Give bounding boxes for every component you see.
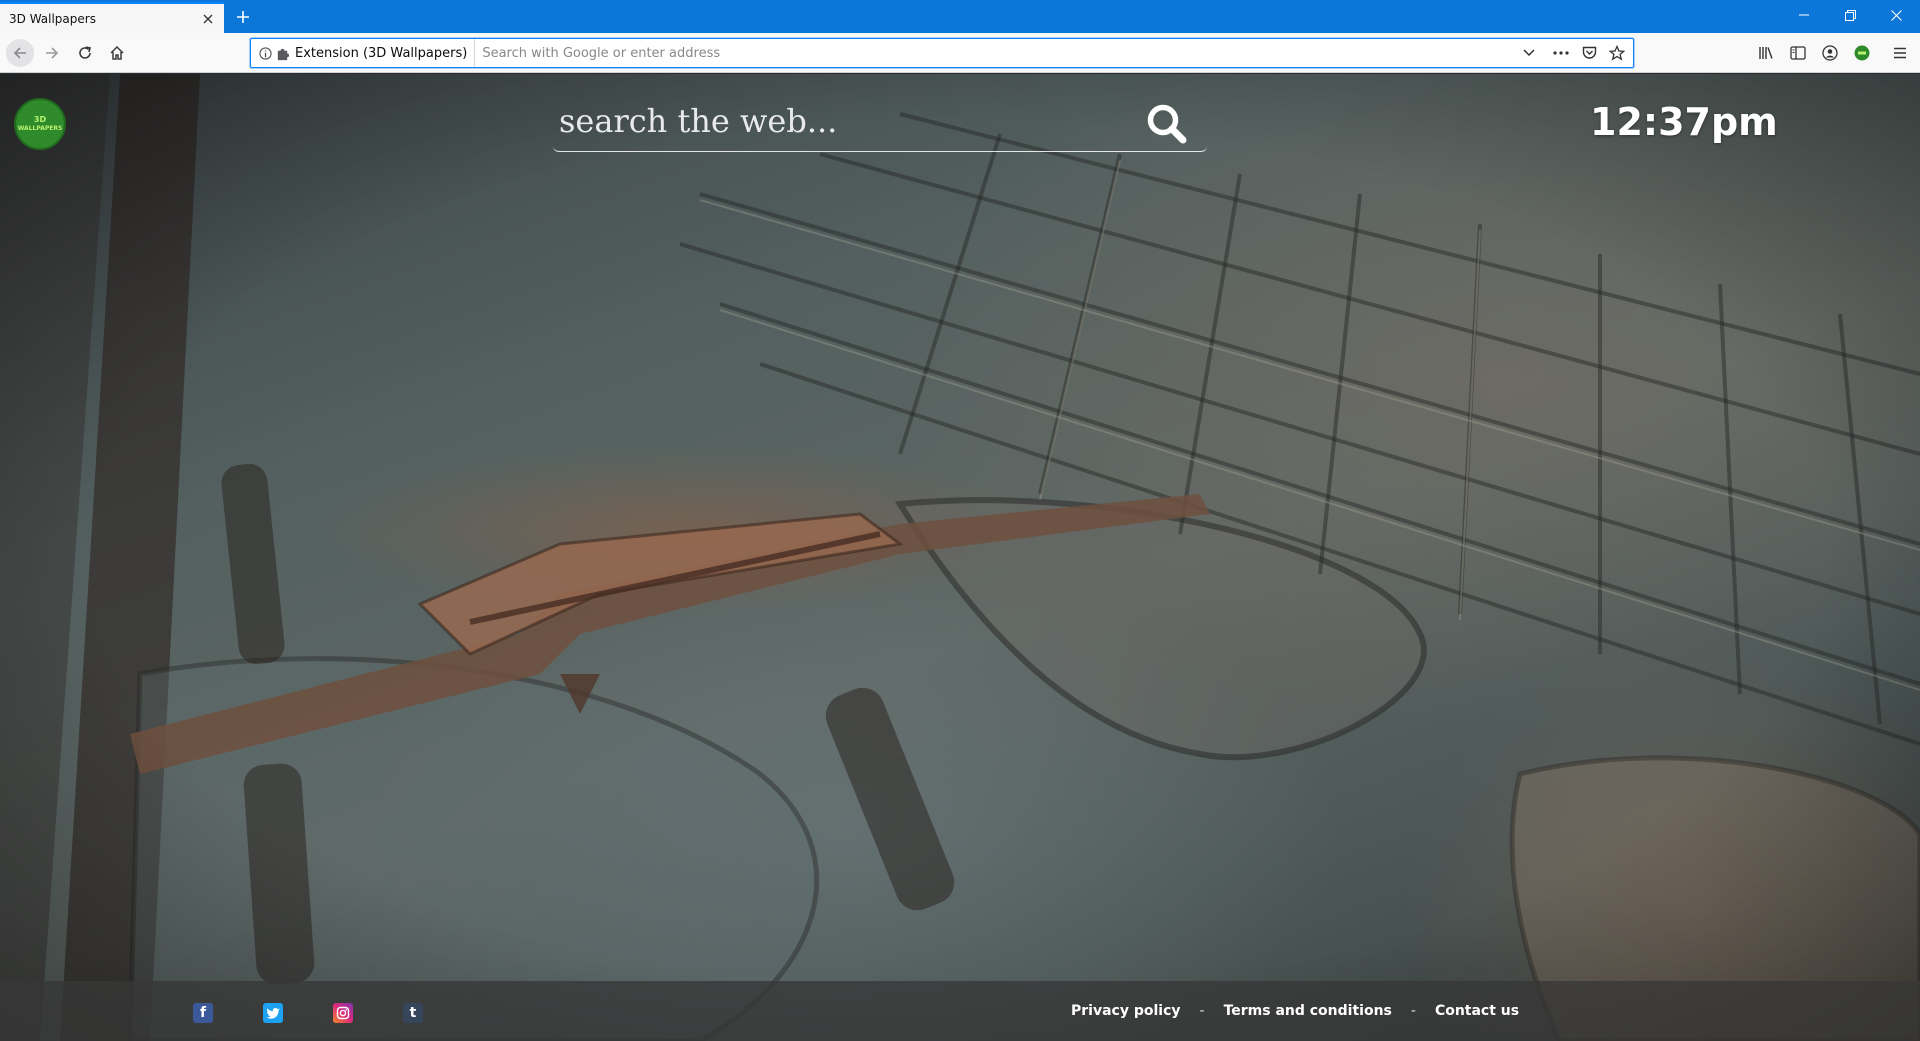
identity-label: Extension (3D Wallpapers) xyxy=(295,45,468,61)
hamburger-menu-icon xyxy=(1894,47,1906,59)
terms-and-conditions-link[interactable]: Terms and conditions xyxy=(1224,1003,1392,1019)
chevron-down-icon[interactable] xyxy=(1515,39,1543,67)
pocket-icon[interactable] xyxy=(1575,39,1603,67)
site-identity[interactable]: Extension (3D Wallpapers) xyxy=(251,39,476,67)
footer-links: Privacy policy - Terms and conditions - … xyxy=(1071,981,1519,1041)
page-actions-icon[interactable] xyxy=(1547,39,1575,67)
forward-button[interactable] xyxy=(38,39,66,67)
clock: 12:37pm xyxy=(1590,100,1778,144)
separator: - xyxy=(1199,1003,1205,1019)
minimize-button[interactable] xyxy=(1781,0,1827,30)
3d-wallpapers-extension-icon xyxy=(1854,45,1870,61)
close-window-button[interactable] xyxy=(1873,0,1919,30)
restore-button[interactable] xyxy=(1827,0,1873,30)
forward-arrow-icon xyxy=(46,47,59,59)
info-icon xyxy=(259,46,272,60)
new-tab-page: 3D WALLPAPERS 12:37pm f t Privacy policy… xyxy=(0,74,1920,1041)
puzzle-extension-icon xyxy=(277,48,290,60)
library-icon xyxy=(1759,47,1773,59)
search-input[interactable] xyxy=(559,100,1119,142)
account-button[interactable] xyxy=(1816,39,1844,67)
reload-icon xyxy=(79,46,91,59)
contact-us-link[interactable]: Contact us xyxy=(1435,1003,1519,1019)
logo-text-line2: WALLPAPERS xyxy=(17,125,63,132)
instagram-icon[interactable] xyxy=(333,1003,353,1023)
sidebar-button[interactable] xyxy=(1784,39,1812,67)
home-icon xyxy=(110,45,124,60)
title-bar: 3D Wallpapers xyxy=(0,0,1920,33)
separator: - xyxy=(1410,1003,1416,1019)
tab-title: 3D Wallpapers xyxy=(9,11,96,26)
home-button[interactable] xyxy=(103,39,131,67)
close-tab-icon[interactable] xyxy=(196,7,220,31)
address-bar[interactable]: Extension (3D Wallpapers) xyxy=(250,38,1634,68)
twitter-icon[interactable] xyxy=(263,1003,283,1023)
logo-text-line1: 3D xyxy=(33,115,47,124)
menu-button[interactable] xyxy=(1886,39,1914,67)
tumblr-icon[interactable]: t xyxy=(403,1003,423,1023)
web-search-box xyxy=(553,94,1207,152)
back-arrow-icon xyxy=(13,47,26,59)
back-button[interactable] xyxy=(6,39,34,67)
facebook-icon[interactable]: f xyxy=(193,1003,213,1023)
reload-button[interactable] xyxy=(71,39,99,67)
bookmark-star-icon[interactable] xyxy=(1603,39,1631,67)
3d-wallpapers-logo[interactable]: 3D WALLPAPERS xyxy=(14,98,66,150)
search-icon xyxy=(1147,104,1187,144)
extension-button[interactable] xyxy=(1848,39,1876,67)
new-tab-button[interactable] xyxy=(230,4,256,30)
library-button[interactable] xyxy=(1752,39,1780,67)
footer: f t Privacy policy - Terms and condition… xyxy=(0,981,1920,1041)
privacy-policy-link[interactable]: Privacy policy xyxy=(1071,1003,1181,1019)
wallpaper-background xyxy=(0,74,1920,1041)
url-input[interactable] xyxy=(475,39,1515,67)
sidebar-icon xyxy=(1790,46,1806,60)
tab-3d-wallpapers[interactable]: 3D Wallpapers xyxy=(0,2,224,33)
navigation-toolbar: Extension (3D Wallpapers) xyxy=(0,33,1920,73)
account-icon xyxy=(1822,45,1838,61)
search-button[interactable] xyxy=(1143,100,1191,148)
